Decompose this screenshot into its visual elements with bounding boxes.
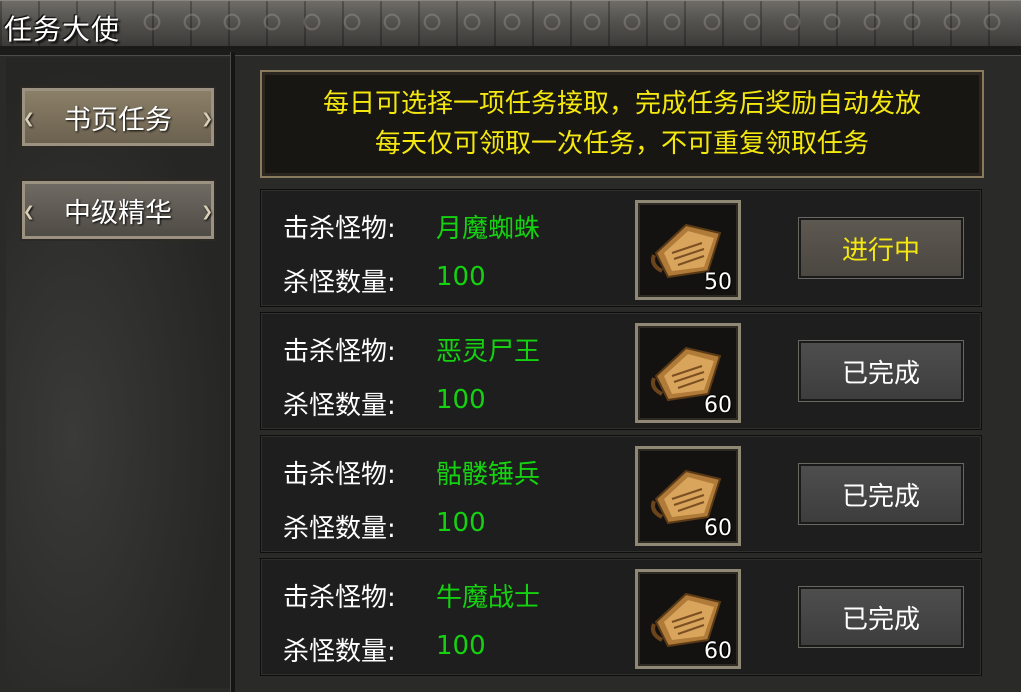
reward-item-slot[interactable]: 60 [635, 323, 741, 423]
kill-count-value: 100 [436, 508, 486, 538]
reward-item-slot[interactable]: 60 [635, 446, 741, 546]
sidebar-item-book-page-task[interactable]: ❮ 书页任务 ❯ [20, 86, 216, 148]
sidebar-item-label: 中级精华 [64, 197, 172, 229]
kill-count-label: 杀怪数量: [283, 268, 396, 298]
window-title: 任务大使 [4, 13, 121, 46]
kill-count-value: 100 [436, 262, 486, 292]
task-status-button[interactable]: 已完成 [798, 340, 964, 402]
sidebar [6, 58, 230, 688]
kill-count-value: 100 [436, 385, 486, 415]
chevron-left-icon: ❮ [23, 111, 35, 127]
kill-count-label: 杀怪数量: [283, 637, 396, 667]
reward-item-slot[interactable]: 60 [635, 569, 741, 669]
kill-monster-label: 击杀怪物: [283, 583, 396, 613]
kill-monster-label: 击杀怪物: [283, 214, 396, 244]
title-bar: 任务大使 [0, 0, 1021, 49]
kill-count-label: 杀怪数量: [283, 391, 396, 421]
task-row: 击杀怪物: 恶灵尸王 杀怪数量: 100 60 已完成 [260, 312, 982, 430]
monster-name: 恶灵尸王 [436, 337, 541, 367]
task-row: 击杀怪物: 月魔蜘蛛 杀怪数量: 100 50 进行中 [260, 189, 982, 307]
task-status-button[interactable]: 进行中 [798, 217, 964, 279]
task-status-button[interactable]: 已完成 [798, 463, 964, 525]
kill-count-value: 100 [436, 631, 486, 661]
frame-top-border [0, 49, 1021, 56]
notice-box: 每日可选择一项任务接取，完成任务后奖励自动发放 每天仅可领取一次任务，不可重复领… [260, 70, 984, 178]
task-row: 击杀怪物: 骷髅锤兵 杀怪数量: 100 60 已完成 [260, 435, 982, 553]
title-ornament [140, 10, 1013, 34]
chevron-right-icon: ❯ [201, 111, 213, 127]
kill-count-label: 杀怪数量: [283, 514, 396, 544]
task-status-button[interactable]: 已完成 [798, 586, 964, 648]
sidebar-item-label: 书页任务 [64, 104, 172, 136]
chevron-right-icon: ❯ [201, 204, 213, 220]
kill-monster-label: 击杀怪物: [283, 337, 396, 367]
notice-line-1: 每日可选择一项任务接取，完成任务后奖励自动发放 [322, 89, 921, 119]
monster-name: 月魔蜘蛛 [436, 214, 541, 244]
kill-monster-label: 击杀怪物: [283, 460, 396, 490]
reward-quantity: 50 [704, 270, 732, 295]
task-row: 击杀怪物: 牛魔战士 杀怪数量: 100 60 已完成 [260, 558, 982, 676]
reward-item-slot[interactable]: 50 [635, 200, 741, 300]
frame-divider [230, 52, 235, 692]
monster-name: 骷髅锤兵 [436, 460, 541, 490]
monster-name: 牛魔战士 [436, 583, 541, 613]
sidebar-item-mid-essence[interactable]: ❮ 中级精华 ❯ [20, 179, 216, 241]
notice-line-2: 每天仅可领取一次任务，不可重复领取任务 [374, 129, 869, 159]
reward-quantity: 60 [704, 393, 732, 418]
chevron-left-icon: ❮ [23, 204, 35, 220]
reward-quantity: 60 [704, 516, 732, 541]
reward-quantity: 60 [704, 639, 732, 664]
